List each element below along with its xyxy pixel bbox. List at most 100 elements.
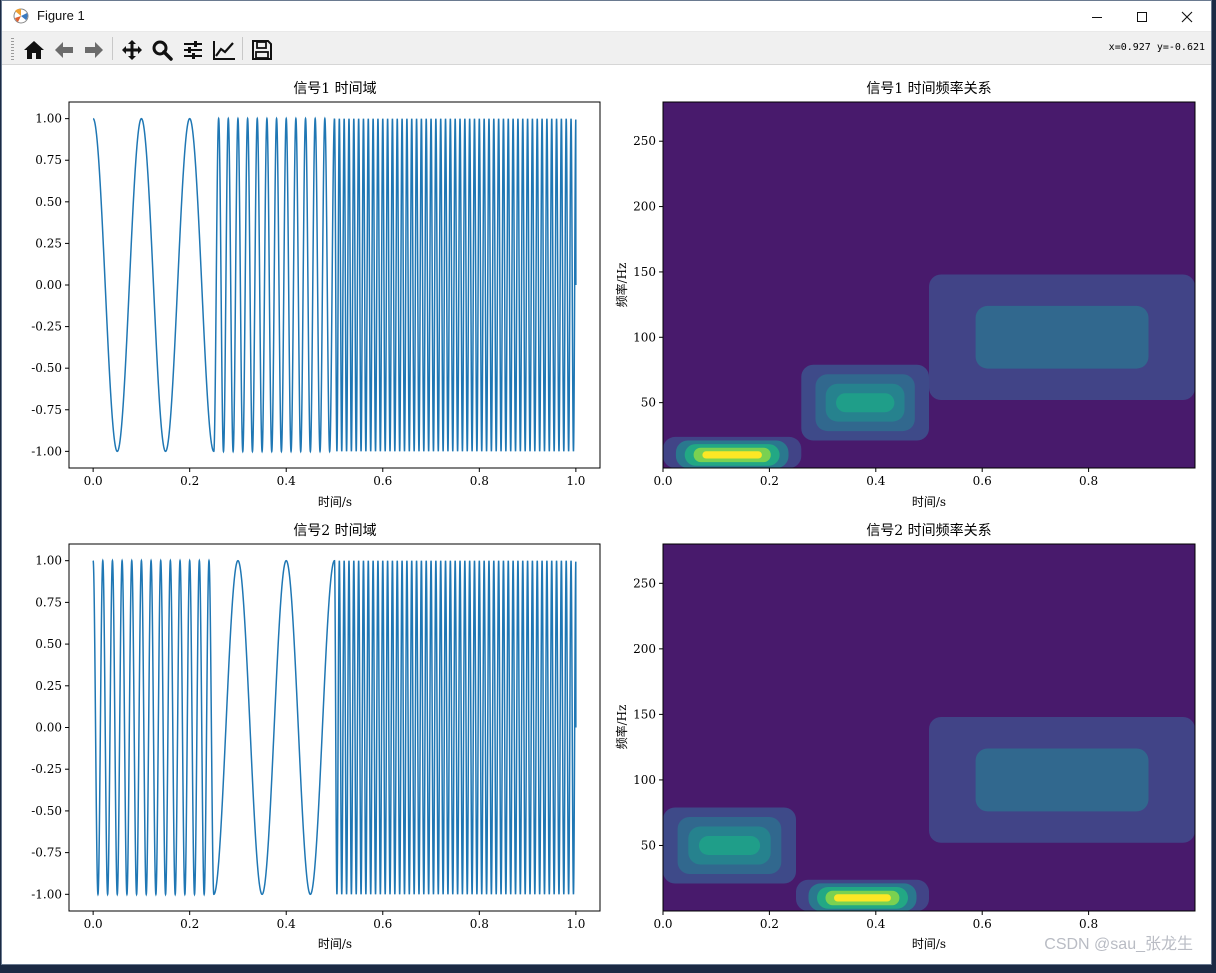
toolbar-separator [242,37,243,60]
edit-axes-button[interactable] [210,36,237,63]
y-tick-label: 50 [641,396,656,410]
tf-contour-level [702,451,762,459]
watermark: CSDN @sau_张龙生 [1044,936,1193,953]
y-axis-label: 频率/Hz [614,263,629,308]
y-tick-label: -0.75 [31,846,62,860]
y-tick-label: 200 [633,200,656,214]
x-tick-label: 0.2 [760,474,779,488]
x-tick-labels: 0.0 0.2 0.4 0.6 0.8 1.0 [84,911,585,931]
navigation-toolbar: x=0.927 y=-0.621 [2,32,1211,65]
x-tick-label: 0.4 [277,917,296,931]
y-tick-label: 0.50 [35,195,62,209]
close-button[interactable] [1164,1,1210,32]
figure-canvas[interactable]: 信号1 时间域 0.0 0.2 0.4 0.6 0.8 1.0 1.00 0.75 0.50 0… [2,65,1212,965]
x-tick-label: 0.8 [1079,917,1098,931]
y-tick-label: 0.00 [35,278,62,292]
zoom-button[interactable] [148,36,175,63]
axes-signal2-tf[interactable]: 信号2 时间频率关系 0.0 0.2 0.4 0.6 0.8 250 200 150 100 5… [614,522,1196,951]
x-tick-label: 0.6 [373,474,392,488]
y-tick-label: -1.00 [31,444,62,458]
minimize-icon [1092,16,1102,18]
y-tick-label: 0.75 [35,595,62,609]
y-tick-label: 1.00 [35,112,62,126]
x-tick-label: 0.8 [1079,474,1098,488]
y-tick-label: 0.50 [35,637,62,651]
tf-contour-level [834,894,891,902]
tf-contour [663,102,1195,468]
axes-signal2-time[interactable]: 信号2 时间域 0.0 0.2 0.4 0.6 0.8 1.0 1.00 0.75 0.50 0… [31,523,601,951]
x-tick-label: 0.8 [470,917,489,931]
toolbar-grip[interactable] [11,38,14,60]
x-tick-label: 0.0 [653,917,672,931]
y-tick-label: 250 [633,576,656,590]
y-axis-label: 频率/Hz [614,705,629,750]
back-button[interactable] [50,36,77,63]
toolbar-separator [112,37,113,60]
x-axis-label: 时间/s [318,937,352,951]
y-tick-label: 0.00 [35,721,62,735]
minimize-button[interactable] [1074,1,1120,32]
y-tick-label: 250 [633,134,656,148]
save-disk-icon [251,39,272,60]
configure-subplots-button[interactable] [179,36,206,63]
x-tick-label: 1.0 [566,917,585,931]
y-tick-labels: 250 200 150 100 50 [633,134,663,410]
x-tick-label: 0.0 [84,917,103,931]
y-tick-labels: 1.00 0.75 0.50 0.25 0.00 -0.25 -0.50 -0.75 -1.00 [31,554,69,901]
y-tick-label: -1.00 [31,887,62,901]
forward-button[interactable] [80,36,107,63]
matplotlib-logo-icon [13,8,29,24]
x-axis-label: 时间/s [912,937,946,951]
x-tick-labels: 0.0 0.2 0.4 0.6 0.8 [653,911,1098,931]
y-tick-label: 150 [633,707,656,721]
window-title: Figure 1 [37,8,85,23]
x-axis-label: 时间/s [318,495,352,509]
figure-window: Figure 1 x=0.927 y=-0.621 信号1 时间域 0.0 0.… [1,0,1212,965]
cursor-coordinates: x=0.927 y=-0.621 [1108,42,1205,53]
x-tick-label: 0.4 [866,917,885,931]
time-series-line [92,116,577,454]
x-tick-label: 0.4 [277,474,296,488]
axes-signal1-time[interactable]: 信号1 时间域 0.0 0.2 0.4 0.6 0.8 1.0 1.00 0.75 0.50 0… [31,81,601,509]
x-tick-label: 0.0 [84,474,103,488]
tf-contour-level [698,836,761,855]
y-tick-label: 150 [633,265,656,279]
x-tick-label: 0.6 [973,474,992,488]
x-tick-labels: 0.0 0.2 0.4 0.6 0.8 1.0 [84,468,585,488]
y-tick-label: 0.25 [35,236,62,250]
axes-title: 信号1 时间域 [293,81,376,97]
x-tick-label: 0.2 [180,474,199,488]
axes-title: 信号2 时间域 [293,523,376,539]
maximize-button[interactable] [1119,1,1165,32]
x-tick-label: 0.6 [373,917,392,931]
x-tick-label: 1.0 [566,474,585,488]
x-tick-label: 0.2 [180,917,199,931]
y-tick-label: -0.25 [31,320,62,334]
x-axis-label: 时间/s [912,495,946,509]
y-tick-label: 1.00 [35,554,62,568]
x-tick-label: 0.0 [653,474,672,488]
close-icon [1181,11,1193,22]
x-tick-label: 0.4 [866,474,885,488]
y-tick-label: 100 [633,773,656,787]
tf-contour [663,544,1195,911]
tf-contour-level [975,305,1149,369]
y-tick-label: 0.25 [35,679,62,693]
x-tick-label: 0.8 [470,474,489,488]
signal-trace [92,116,577,454]
y-tick-label: -0.75 [31,403,62,417]
signal-trace [92,558,577,897]
home-button[interactable] [20,36,47,63]
x-tick-labels: 0.0 0.2 0.4 0.6 0.8 [653,468,1098,488]
axes-signal1-tf[interactable]: 信号1 时间频率关系 0.0 0.2 0.4 0.6 0.8 250 200 150 100 5… [614,80,1196,509]
pan-button[interactable] [118,36,145,63]
y-tick-label: 0.75 [35,153,62,167]
forward-arrow-icon [84,41,103,58]
x-tick-label: 0.2 [760,917,779,931]
y-tick-label: 50 [641,838,656,852]
y-tick-label: 100 [633,330,656,344]
y-tick-label: -0.50 [31,361,62,375]
axes-title: 信号2 时间频率关系 [866,522,991,539]
y-tick-label: 200 [633,642,656,656]
save-button[interactable] [248,36,275,63]
